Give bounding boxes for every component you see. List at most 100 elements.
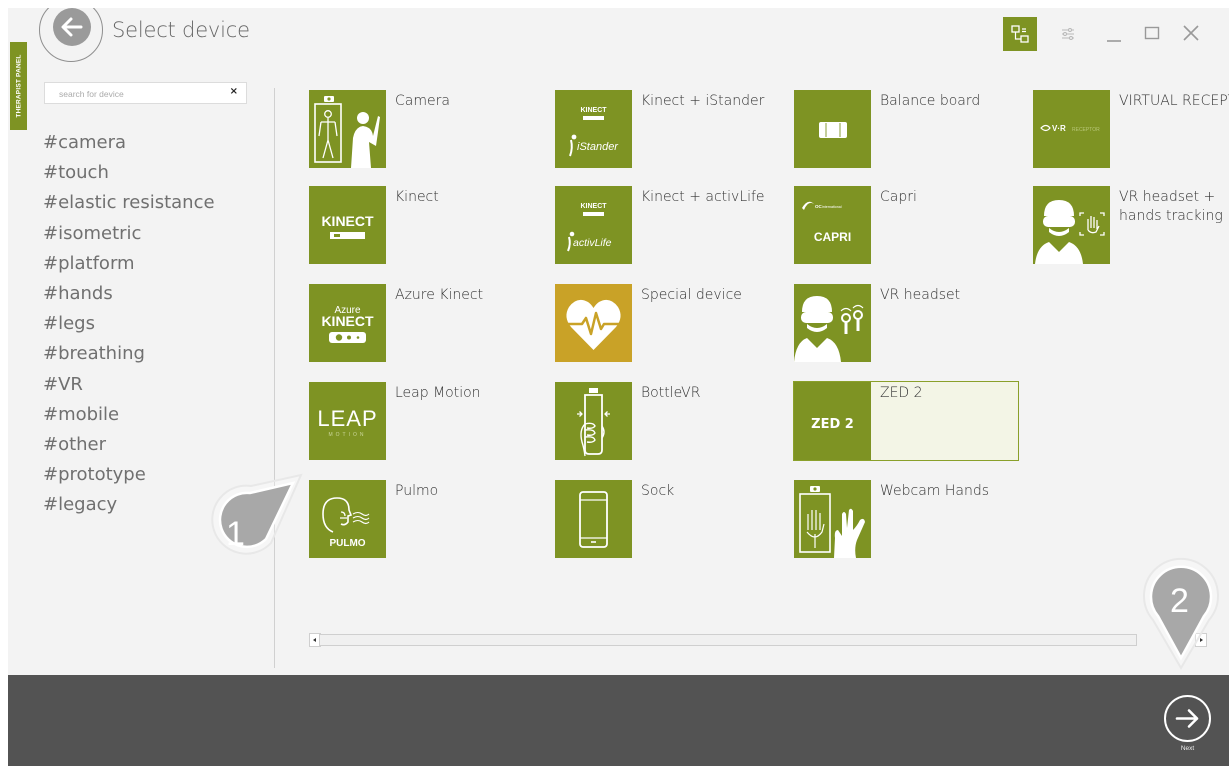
device-card-azure-kinect[interactable]: Azure KINECT Azure Kinect (309, 284, 533, 362)
settings-sliders-button[interactable] (1060, 26, 1076, 42)
device-card-vr-headset[interactable]: VR headset (794, 284, 1018, 362)
device-card-capri[interactable]: OC international CAPRI Capri (794, 186, 1018, 264)
device-label: Kinect (395, 189, 439, 205)
therapist-panel-tab[interactable]: THERAPIST PANEL (10, 42, 27, 130)
device-label: Kinect + iStander (641, 93, 765, 109)
tag-vr[interactable]: #VR (43, 370, 215, 400)
device-label: VIRTUAL RECEPTOR (1119, 93, 1229, 109)
minimize-button[interactable] (1105, 26, 1123, 44)
svg-text:PULMO: PULMO (329, 538, 365, 549)
device-card-vr-hands-tracking[interactable]: VR headset + hands tracking (1033, 186, 1229, 264)
smartphone-icon (555, 480, 632, 558)
device-card-kinect-activlife[interactable]: KINECT activLife Kinect + activLife (555, 186, 779, 264)
tag-legs[interactable]: #legs (43, 309, 215, 339)
device-view-button[interactable] (1003, 17, 1037, 51)
guide-pin-1: 1 (188, 465, 313, 565)
device-label: Kinect + activLife (641, 189, 765, 205)
svg-text:V·R: V·R (1052, 124, 1066, 133)
svg-text:activLife: activLife (573, 237, 612, 249)
device-label: Special device (641, 287, 742, 303)
svg-text:CAPRI: CAPRI (814, 230, 851, 244)
device-card-balance-board[interactable]: Balance board (794, 90, 1018, 168)
svg-text:RECEPTOR: RECEPTOR (1072, 127, 1100, 133)
svg-text:KINECT: KINECT (321, 313, 374, 329)
svg-text:KINECT: KINECT (321, 213, 374, 229)
search-clear-button[interactable]: × (230, 86, 238, 97)
kinect-activlife-logo: KINECT activLife (555, 186, 632, 264)
device-label: Sock (641, 483, 675, 499)
pulmo-breath-icon: PULMO (309, 480, 386, 558)
device-label: Webcam Hands (880, 483, 990, 499)
device-card-bottlevr[interactable]: BottleVR (555, 382, 779, 460)
tag-camera[interactable]: #camera (43, 128, 215, 158)
svg-text:KINECT: KINECT (580, 107, 607, 114)
maximize-icon (1144, 26, 1160, 40)
tag-isometric[interactable]: #isometric (43, 219, 215, 249)
device-card-pulmo[interactable]: PULMO Pulmo (309, 480, 533, 558)
device-label: VR headset + hands tracking (1119, 189, 1223, 224)
tag-touch[interactable]: #touch (43, 158, 215, 188)
therapist-panel-label: THERAPIST PANEL (15, 54, 22, 118)
maximize-button[interactable] (1143, 24, 1161, 42)
guide-pin-2: 2 (1136, 544, 1226, 670)
next-arrow-icon (1175, 709, 1199, 728)
device-tree-icon (1011, 25, 1029, 43)
tag-other[interactable]: #other (43, 430, 215, 460)
svg-text:LEAP: LEAP (317, 406, 377, 431)
tag-hands[interactable]: #hands (43, 279, 215, 309)
page-title: Select device (112, 18, 250, 42)
next-label: Next (1180, 745, 1195, 752)
back-button[interactable] (39, 8, 103, 62)
svg-text:ZED 2: ZED 2 (811, 417, 854, 432)
footer-bar: Next (8, 675, 1229, 766)
horizontal-scrollbar[interactable] (309, 632, 1209, 648)
guide-pin-number: 2 (1170, 582, 1189, 620)
capri-logo: OC international CAPRI (794, 186, 871, 264)
webcam-hand-icon (794, 480, 871, 558)
vr-hands-icon (1033, 186, 1110, 264)
device-label: VR headset (880, 287, 961, 303)
sliders-icon (1062, 28, 1074, 40)
device-label: Azure Kinect (395, 287, 484, 303)
close-button[interactable] (1181, 23, 1201, 43)
next-button[interactable] (1164, 695, 1211, 742)
tag-platform[interactable]: #platform (43, 249, 215, 279)
azure-kinect-logo: Azure KINECT (309, 284, 386, 362)
device-card-camera[interactable]: Camera (309, 90, 533, 168)
tag-mobile[interactable]: #mobile (43, 400, 215, 430)
svg-text:MOTION: MOTION (329, 432, 367, 438)
kinect-logo: KINECT (309, 186, 386, 264)
tag-elastic-resistance[interactable]: #elastic resistance (43, 188, 215, 218)
device-card-special-device[interactable]: Special device (555, 284, 779, 362)
heart-pulse-icon (555, 284, 632, 362)
minimize-icon (1107, 40, 1121, 42)
device-card-sock[interactable]: Sock (555, 480, 779, 558)
device-card-kinect[interactable]: KINECT Kinect (309, 186, 533, 264)
device-search-box: × (44, 82, 247, 104)
device-label: Camera (395, 93, 450, 109)
kinect-istander-logo: KINECT iStander (555, 90, 632, 168)
device-card-webcam-hands[interactable]: Webcam Hands (794, 480, 1018, 558)
close-icon (1183, 25, 1199, 41)
zed2-logo: ZED 2 (794, 382, 871, 460)
bottle-hand-icon (555, 382, 632, 460)
device-card-zed2[interactable]: ZED 2 ZED 2 (793, 381, 1019, 461)
svg-text:iStander: iStander (577, 141, 619, 153)
device-label: ZED 2 (880, 385, 923, 401)
device-label: Pulmo (395, 483, 439, 499)
scroll-track[interactable] (319, 634, 1137, 646)
device-search-input[interactable] (59, 86, 219, 101)
sidebar-divider (274, 88, 275, 668)
title-bar: Select device (8, 8, 1229, 66)
device-card-leap-motion[interactable]: LEAP MOTION Leap Motion (309, 382, 533, 460)
device-label: BottleVR (641, 385, 701, 401)
back-arrow-icon (53, 8, 91, 46)
device-card-kinect-istander[interactable]: KINECT iStander Kinect + iStander (555, 90, 779, 168)
device-grid: Camera KINECT iStander Kinect + iStander (309, 90, 1229, 560)
camera-person-icon (309, 90, 386, 168)
device-card-virtual-receptor[interactable]: V·R RECEPTOR VIRTUAL RECEPTOR (1033, 90, 1229, 168)
svg-text:KINECT: KINECT (580, 203, 607, 210)
tag-breathing[interactable]: #breathing (43, 339, 215, 369)
svg-text:international: international (822, 205, 842, 209)
device-label: Leap Motion (395, 385, 481, 401)
